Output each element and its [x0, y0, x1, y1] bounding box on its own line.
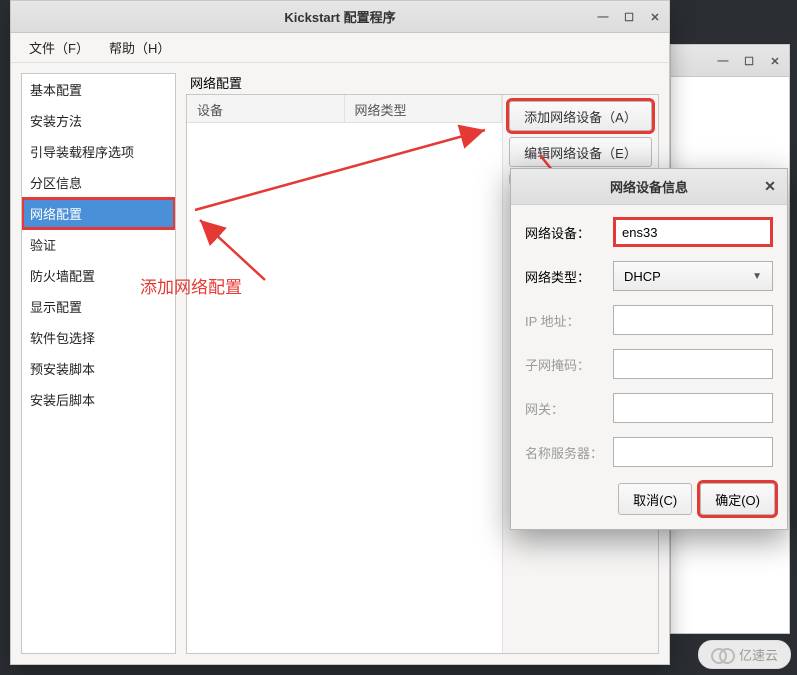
watermark-text: 亿速云 — [739, 645, 778, 664]
device-input[interactable] — [613, 217, 773, 247]
panel-title: 网络配置 — [190, 73, 659, 92]
label-gateway: 网关： — [525, 399, 605, 418]
watermark: 亿速云 — [698, 640, 791, 669]
sidebar-item-packages[interactable]: 软件包选择 — [22, 322, 175, 353]
label-device: 网络设备： — [525, 223, 605, 242]
dialog-titlebar: 网络设备信息 ✕ — [511, 169, 787, 205]
sidebar-item-postscript[interactable]: 安装后脚本 — [22, 384, 175, 415]
sidebar-item-network[interactable]: 网络配置 — [22, 198, 175, 229]
watermark-logo-icon — [711, 648, 733, 662]
sidebar-item-basic[interactable]: 基本配置 — [22, 74, 175, 105]
label-type: 网络类型： — [525, 267, 605, 286]
device-table[interactable]: 设备 网络类型 — [187, 95, 503, 653]
label-ip: IP 地址： — [525, 311, 605, 330]
sidebar-item-partition[interactable]: 分区信息 — [22, 167, 175, 198]
close-button[interactable]: ✕ — [647, 9, 663, 25]
sidebar-item-auth[interactable]: 验证 — [22, 229, 175, 260]
edit-device-button[interactable]: 编辑网络设备（E） — [509, 137, 652, 167]
type-combo[interactable]: DHCP ▼ — [613, 261, 773, 291]
network-device-dialog: 网络设备信息 ✕ 网络设备： 网络类型： DHCP ▼ IP 地址： 子网掩码：… — [510, 168, 788, 530]
col-device[interactable]: 设备 — [187, 95, 345, 122]
window-title: Kickstart 配置程序 — [284, 7, 395, 26]
sidebar-item-prescript[interactable]: 预安装脚本 — [22, 353, 175, 384]
window-titlebar: Kickstart 配置程序 — ☐ ✕ — [11, 1, 669, 33]
type-value: DHCP — [624, 269, 661, 284]
col-type[interactable]: 网络类型 — [345, 95, 503, 122]
bg-maximize-button[interactable]: ☐ — [741, 53, 757, 69]
netmask-input — [613, 349, 773, 379]
add-device-button[interactable]: 添加网络设备（A） — [509, 101, 652, 131]
bg-titlebar: — ☐ ✕ — [671, 45, 789, 77]
annotation-text: 添加网络配置 — [140, 273, 242, 298]
ip-input — [613, 305, 773, 335]
ok-button[interactable]: 确定(O) — [700, 483, 775, 515]
label-netmask: 子网掩码： — [525, 355, 605, 374]
menu-file[interactable]: 文件（F） — [19, 34, 99, 61]
chevron-down-icon: ▼ — [752, 271, 762, 282]
minimize-button[interactable]: — — [595, 9, 611, 25]
gateway-input — [613, 393, 773, 423]
cancel-button[interactable]: 取消(C) — [618, 483, 692, 515]
sidebar-item-bootloader[interactable]: 引导装载程序选项 — [22, 136, 175, 167]
bg-minimize-button[interactable]: — — [715, 53, 731, 69]
maximize-button[interactable]: ☐ — [621, 9, 637, 25]
dialog-title: 网络设备信息 — [610, 177, 688, 196]
menubar: 文件（F） 帮助（H） — [11, 33, 669, 63]
bg-close-button[interactable]: ✕ — [767, 53, 783, 69]
sidebar-item-install[interactable]: 安装方法 — [22, 105, 175, 136]
sidebar: 基本配置 安装方法 引导装载程序选项 分区信息 网络配置 验证 防火墙配置 显示… — [21, 73, 176, 654]
menu-help[interactable]: 帮助（H） — [99, 34, 180, 61]
table-header: 设备 网络类型 — [187, 95, 502, 123]
nameserver-input — [613, 437, 773, 467]
dialog-close-button[interactable]: ✕ — [761, 177, 779, 195]
label-nameserver: 名称服务器： — [525, 443, 605, 462]
